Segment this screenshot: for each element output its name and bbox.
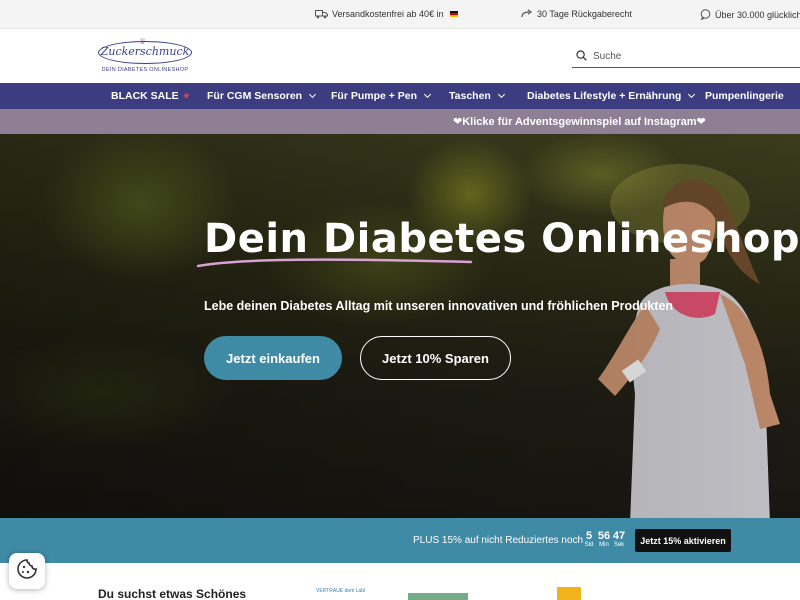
section-heading: Du suchst etwas Schönes	[98, 587, 247, 600]
site-logo[interactable]: ♛ Zuckerschmuck DEIN DIABETES ONLINESHOP	[97, 37, 195, 75]
truck-icon	[315, 9, 328, 19]
customers-info: Über 30.000 glückliche	[700, 9, 800, 20]
hero-overlay	[0, 134, 800, 518]
partner-logo-badge	[557, 587, 581, 600]
countdown-hours: 5 Std	[583, 531, 595, 549]
chat-bubble-icon	[700, 9, 711, 20]
countdown-seconds: 47 Sek	[612, 531, 626, 549]
countdown-minutes: 56 Min	[596, 531, 612, 549]
minutes-label: Min	[599, 542, 609, 548]
promo-link[interactable]: ❤Klicke für Adventsgewinnspiel auf Insta…	[453, 115, 706, 128]
cookie-settings-button[interactable]	[9, 553, 45, 589]
logo-tagline: DEIN DIABETES ONLINESHOP	[101, 67, 189, 73]
search-icon[interactable]	[576, 48, 587, 66]
save-10-percent-button[interactable]: Jetzt 10% Sparen	[360, 336, 511, 380]
nav-label: Pumpenlingerie	[705, 90, 784, 102]
partner-logo-label: VERTRAUE dem Labl	[316, 588, 366, 594]
hours-value: 5	[585, 530, 593, 542]
hero-banner: Dein Diabetes Onlineshop Lebe deinen Dia…	[0, 134, 800, 518]
hours-label: Std	[584, 542, 594, 548]
hero-subtitle: Lebe deinen Diabetes Alltag mit unseren …	[204, 299, 674, 313]
search-input[interactable]	[593, 51, 783, 62]
sale-burst-icon: ✷	[182, 90, 191, 101]
return-arrow-icon	[521, 9, 533, 19]
chevron-down-icon	[309, 90, 317, 99]
activate-discount-button[interactable]: Jetzt 15% aktivieren	[635, 529, 731, 552]
minutes-value: 56	[597, 530, 611, 542]
top-info-bar: Versandkostenfrei ab 40€ in 30 Tage Rück…	[0, 0, 800, 29]
logo-text: Zuckerschmuck	[100, 45, 190, 58]
returns-info: 30 Tage Rückgaberecht	[521, 9, 632, 19]
seconds-label: Sek	[613, 542, 625, 548]
main-nav: BLACK SALE ✷ Für CGM Sensoren Für Pumpe …	[0, 83, 800, 109]
content-section: Du suchst etwas Schönes VERTRAUE dem Lab…	[0, 563, 800, 600]
nav-label: Für CGM Sensoren	[207, 90, 303, 102]
nav-item-pump-lingerie[interactable]: Pumpenlingerie	[705, 90, 784, 102]
title-underline-swoosh	[196, 258, 473, 268]
nav-label: BLACK SALE	[111, 90, 179, 102]
nav-item-pump-pen[interactable]: Für Pumpe + Pen	[331, 90, 432, 102]
countdown-text: PLUS 15% auf nicht Reduziertes noch	[413, 535, 584, 546]
nav-label: Taschen	[449, 90, 491, 102]
nav-item-black-sale[interactable]: BLACK SALE ✷	[111, 90, 190, 102]
chevron-down-icon	[497, 90, 505, 99]
nav-item-lifestyle[interactable]: Diabetes Lifestyle + Ernährung	[527, 90, 696, 102]
partner-logo-image	[408, 593, 468, 600]
seconds-value: 47	[612, 530, 626, 542]
chevron-down-icon	[424, 90, 432, 99]
search-bar[interactable]	[572, 46, 800, 68]
nav-label: Diabetes Lifestyle + Ernährung	[527, 90, 682, 102]
shop-now-button[interactable]: Jetzt einkaufen	[204, 336, 342, 380]
chevron-down-icon	[688, 90, 696, 99]
site-header: ♛ Zuckerschmuck DEIN DIABETES ONLINESHOP	[0, 29, 800, 83]
returns-text: 30 Tage Rückgaberecht	[537, 9, 632, 19]
germany-flag-icon	[449, 11, 458, 17]
nav-item-cgm-sensors[interactable]: Für CGM Sensoren	[207, 90, 317, 102]
cookie-icon	[16, 558, 38, 585]
shipping-info: Versandkostenfrei ab 40€ in	[315, 9, 458, 19]
countdown-bar: PLUS 15% auf nicht Reduziertes noch 5 St…	[0, 518, 800, 563]
promo-bar: ❤Klicke für Adventsgewinnspiel auf Insta…	[0, 109, 800, 134]
nav-label: Für Pumpe + Pen	[331, 90, 418, 102]
shipping-text: Versandkostenfrei ab 40€ in	[332, 9, 444, 19]
customers-text: Über 30.000 glückliche	[715, 9, 800, 20]
nav-item-bags[interactable]: Taschen	[449, 90, 505, 102]
